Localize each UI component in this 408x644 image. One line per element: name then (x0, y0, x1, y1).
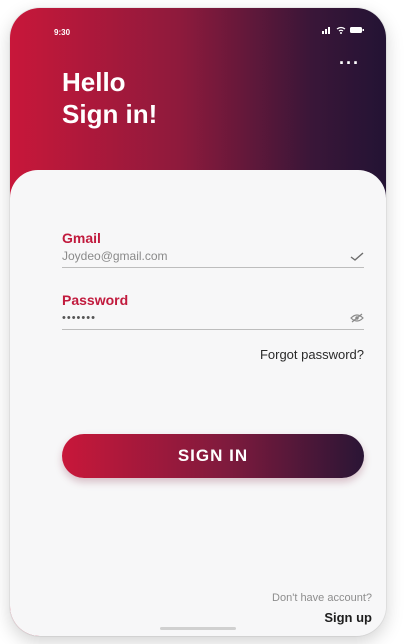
no-account-text: Don't have account? (272, 592, 372, 604)
sign-up-link[interactable]: Sign up (324, 610, 372, 625)
email-field[interactable] (62, 248, 322, 263)
signal-icon (322, 27, 330, 34)
status-icons (322, 26, 364, 34)
forgot-password-link[interactable]: Forgot password? (260, 347, 364, 362)
password-label: Password (62, 292, 129, 308)
phone-frame: 9:30 ··· Hello Sign in! Gmail Joydeo@gma… (10, 8, 386, 636)
password-field[interactable] (62, 311, 322, 324)
checkmark-icon (350, 251, 364, 261)
more-dots-icon[interactable]: ··· (339, 54, 360, 72)
battery-icon (350, 27, 364, 33)
home-indicator (160, 627, 236, 630)
greeting-line-2: Sign in! (62, 99, 158, 129)
email-label: Gmail (62, 230, 101, 246)
greeting: Hello Sign in! (62, 66, 157, 130)
password-field-group: Password (62, 292, 364, 330)
login-card: Gmail Password Forgot password? SIGN IN (10, 170, 386, 636)
email-row (62, 246, 364, 268)
wifi-icon (336, 26, 346, 34)
greeting-line-1: Hello (62, 67, 126, 97)
sign-in-button[interactable]: SIGN IN (62, 434, 364, 478)
status-time: 9:30 (54, 28, 71, 37)
eye-off-icon[interactable] (350, 313, 364, 323)
email-field-group: Gmail (62, 230, 364, 268)
password-row (62, 308, 364, 330)
